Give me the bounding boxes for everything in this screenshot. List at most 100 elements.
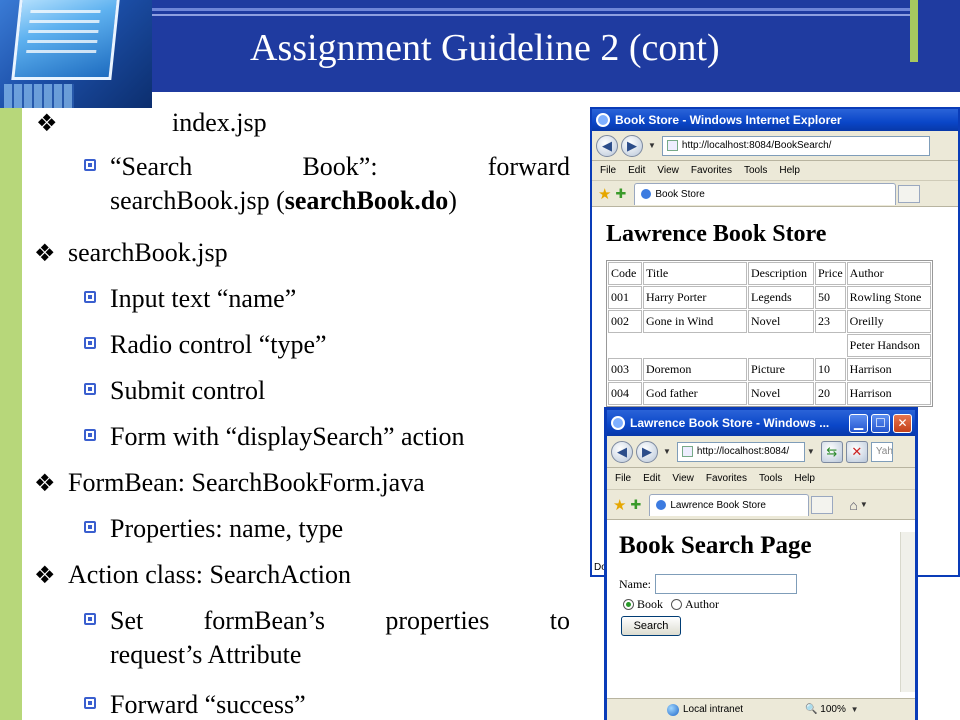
table-cell: Peter Handson	[846, 334, 931, 357]
diamond-bullet-icon: ❖	[34, 561, 56, 589]
menu-edit[interactable]: Edit	[628, 165, 645, 176]
window-title: Book Store - Windows Internet Explorer	[615, 113, 842, 127]
tab-label: Book Store	[655, 188, 705, 200]
menu-tools[interactable]: Tools	[759, 473, 782, 484]
address-bar[interactable]: http://localhost:8084/BookSearch/	[661, 135, 930, 156]
table-cell: Rowling Stone	[846, 286, 931, 309]
bullet-line: “Search Book”: forward	[110, 150, 570, 184]
back-arrow-icon[interactable]: ◀	[611, 440, 633, 463]
radio-author-label: Author	[685, 596, 720, 611]
name-input[interactable]	[655, 574, 797, 594]
table-cell: Harry Porter	[643, 286, 747, 309]
menu-help[interactable]: Help	[794, 473, 815, 484]
browser-window-search: Lawrence Book Store - Windows ... ▁ ☐ ✕ …	[604, 407, 918, 720]
chevron-down-icon[interactable]: ▼	[851, 705, 859, 714]
search-input[interactable]: Yah	[870, 441, 893, 462]
menu-favorites[interactable]: Favorites	[706, 473, 747, 484]
square-bullet-icon	[84, 521, 96, 533]
chevron-down-icon[interactable]: ▼	[663, 447, 671, 456]
bullet-text: Submit control	[110, 376, 266, 405]
table-cell: 50	[815, 286, 846, 309]
bullet-search-book: “Search Book”: forward searchBook.jsp (s…	[84, 150, 570, 218]
table-header: Title	[643, 262, 747, 285]
search-button[interactable]: Search	[621, 616, 681, 636]
bullet-text: Form with “displaySearch” action	[110, 422, 465, 451]
close-icon[interactable]: ✕	[893, 413, 912, 433]
diamond-bullet-icon: ❖	[34, 469, 56, 497]
add-favorites-icon[interactable]: ✚	[615, 186, 626, 202]
security-zone: Local intranet	[667, 703, 743, 716]
home-icon[interactable]: ⌂	[849, 497, 857, 513]
tab-row: ★ ✚ Lawrence Book Store ⌂ ▼	[607, 490, 915, 520]
new-tab-button[interactable]	[898, 184, 921, 203]
menu-view[interactable]: View	[672, 473, 694, 484]
status-bar: Local intranet 🔍 100% ▼	[607, 698, 915, 720]
bullet-formbean: ❖ FormBean: SearchBookForm.java	[34, 466, 425, 500]
tab-book-store[interactable]: Book Store	[634, 182, 897, 205]
table-cell: 001	[608, 286, 642, 309]
bullet-text: properties	[385, 606, 490, 635]
address-row: ◀ ▶ ▼ http://localhost:8084/ ▼ ⇆ ✕ Yah	[607, 436, 915, 468]
bullet-text: Input text “name”	[110, 284, 297, 313]
bullet-text: searchBook.jsp (	[110, 186, 285, 215]
menu-favorites[interactable]: Favorites	[691, 165, 732, 176]
search-text: Yah	[875, 446, 893, 457]
table-header-row: Code Title Description Price Author	[608, 262, 931, 285]
menu-view[interactable]: View	[657, 165, 679, 176]
diamond-bullet-icon: ❖	[34, 239, 56, 267]
vertical-scrollbar[interactable]	[900, 532, 915, 692]
tab-lawrence-book-store[interactable]: Lawrence Book Store	[649, 493, 810, 516]
chevron-down-icon[interactable]: ▼	[860, 500, 868, 509]
forward-arrow-icon[interactable]: ▶	[621, 134, 643, 157]
menu-file[interactable]: File	[600, 165, 616, 176]
square-bullet-icon	[84, 291, 96, 303]
radio-author[interactable]	[671, 598, 683, 610]
table-header: Author	[846, 262, 931, 285]
table-cell: 002	[608, 310, 642, 333]
table-header: Code	[608, 262, 642, 285]
chevron-down-icon[interactable]: ▼	[807, 447, 815, 456]
chevron-down-icon[interactable]: ▼	[648, 141, 656, 150]
menu-help[interactable]: Help	[779, 165, 800, 176]
window-titlebar: Lawrence Book Store - Windows ... ▁ ☐ ✕	[607, 410, 915, 436]
address-bar[interactable]: http://localhost:8084/	[676, 441, 805, 462]
menu-edit[interactable]: Edit	[643, 473, 660, 484]
stop-icon[interactable]: ✕	[845, 440, 868, 463]
add-favorites-icon[interactable]: ✚	[630, 497, 641, 513]
refresh-icon[interactable]: ⇆	[820, 440, 843, 463]
bullet-text: )	[448, 186, 457, 215]
bullet-line: Set formBean’s properties to	[110, 604, 570, 638]
table-row: 001 Harry Porter Legends 50 Rowling Ston…	[608, 286, 931, 309]
bullet-input-text: Input text “name”	[84, 282, 297, 316]
table-cell: God father	[643, 382, 747, 405]
table-row: 002 Gone in Wind Novel 23 Oreilly	[608, 310, 931, 333]
bullet-text: formBean’s	[203, 606, 325, 635]
back-arrow-icon[interactable]: ◀	[596, 134, 618, 157]
favorites-star-icon[interactable]: ★	[613, 496, 626, 514]
minimize-icon[interactable]: ▁	[849, 413, 868, 433]
new-tab-button[interactable]	[811, 495, 834, 514]
bullet-text: forward	[487, 152, 570, 181]
address-text: http://localhost:8084/	[696, 446, 790, 457]
bullet-list: ❖ index.jsp “Search Book”: forward searc…	[0, 0, 580, 720]
table-cell: Novel	[748, 382, 814, 405]
menu-file[interactable]: File	[615, 473, 631, 484]
maximize-icon[interactable]: ☐	[871, 413, 890, 433]
table-cell	[643, 334, 747, 357]
ie-tab-icon	[641, 189, 652, 199]
radio-book[interactable]	[623, 598, 634, 610]
bullet-text: Radio control “type”	[110, 330, 327, 359]
window-title: Lawrence Book Store - Windows ...	[630, 416, 830, 430]
zoom-control[interactable]: 🔍 100% ▼	[805, 704, 865, 715]
favorites-star-icon[interactable]: ★	[598, 185, 611, 203]
bullet-forward-success: Forward “success”	[84, 688, 306, 720]
menu-tools[interactable]: Tools	[744, 165, 767, 176]
table-cell	[608, 334, 642, 357]
forward-arrow-icon[interactable]: ▶	[636, 440, 658, 463]
name-row: Name:	[619, 574, 915, 594]
bullet-text: Forward “success”	[110, 690, 306, 719]
table-cell: Oreilly	[846, 310, 931, 333]
page-icon	[681, 446, 693, 457]
banner-accent	[910, 0, 918, 62]
bullet-radio-control: Radio control “type”	[84, 328, 327, 362]
